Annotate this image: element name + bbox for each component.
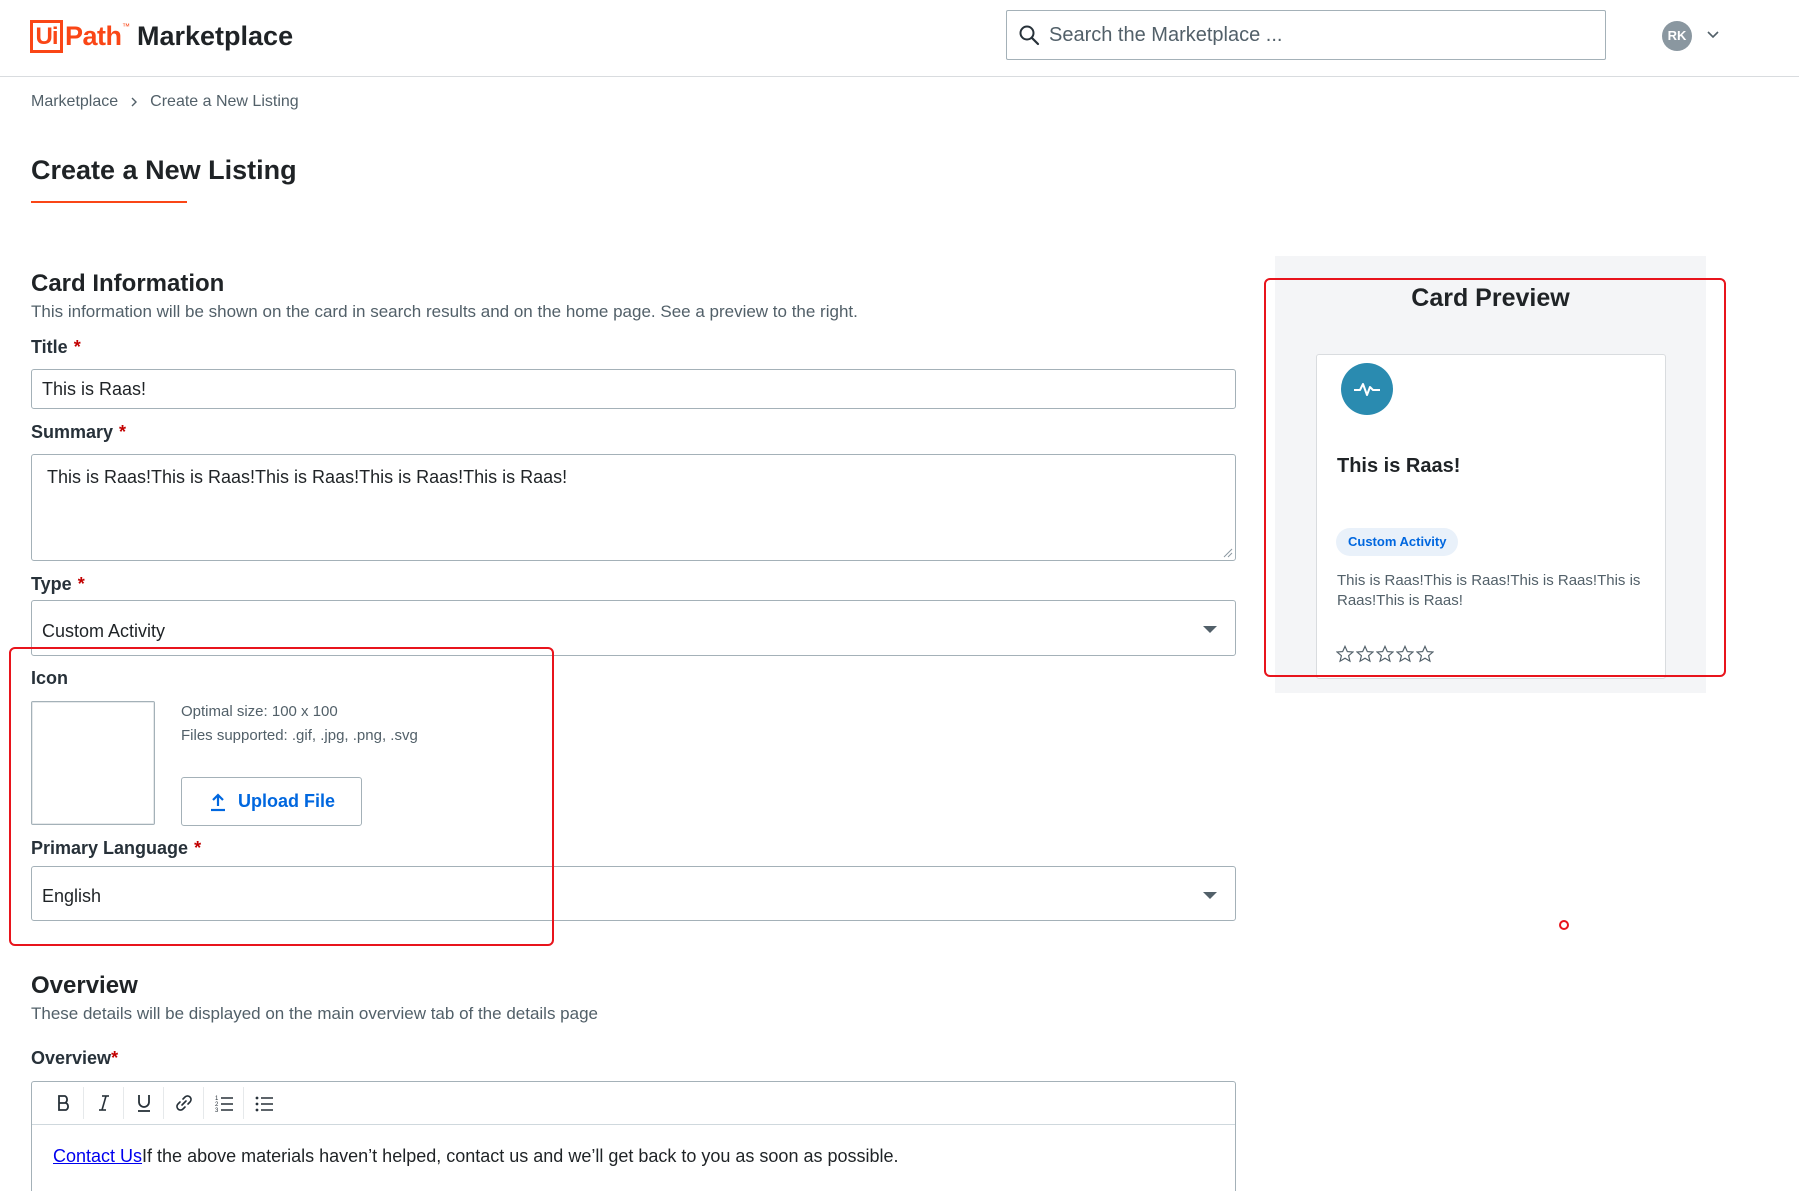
bold-button[interactable] (44, 1087, 84, 1119)
numbered-list-button[interactable]: 123 (204, 1087, 244, 1119)
star-icon (1416, 645, 1434, 663)
caret-down-icon (1203, 626, 1217, 633)
required-mark: * (77, 574, 85, 594)
primary-language-select[interactable]: English (31, 866, 1236, 921)
upload-icon (210, 792, 225, 811)
chevron-down-icon[interactable] (1705, 26, 1721, 42)
italic-icon (98, 1095, 109, 1111)
icon-files-hint: Files supported: .gif, .jpg, .png, .svg (181, 727, 418, 744)
svg-text:3: 3 (215, 1108, 219, 1113)
search-icon (1019, 25, 1040, 46)
bullet-list-button[interactable] (244, 1087, 284, 1119)
italic-button[interactable] (84, 1087, 124, 1119)
underline-icon (137, 1095, 150, 1112)
overview-description: These details will be displayed on the m… (31, 1004, 599, 1023)
search-box[interactable] (1006, 10, 1606, 60)
star-icon (1356, 645, 1374, 663)
cursor-marker (1559, 920, 1569, 930)
uipath-logo[interactable]: Ui (30, 20, 63, 53)
title-input[interactable] (31, 369, 1236, 409)
activity-pulse-icon (1341, 363, 1393, 415)
star-icon (1396, 645, 1414, 663)
bold-icon (57, 1095, 69, 1111)
chevron-right-icon (131, 97, 138, 107)
link-button[interactable] (164, 1087, 204, 1119)
upload-file-label: Upload File (237, 791, 335, 811)
upload-file-button[interactable]: Upload File (181, 777, 362, 826)
required-mark: * (73, 337, 81, 357)
trademark-mark: ™ (122, 22, 130, 31)
icon-size-hint: Optimal size: 100 x 100 (181, 703, 338, 720)
card-information-heading: Card Information (31, 270, 225, 297)
icon-dropzone[interactable] (31, 701, 155, 825)
caret-down-icon (1203, 892, 1217, 899)
preview-card-title: This is Raas! (1337, 455, 1461, 477)
title-label: Title * (31, 337, 81, 357)
icon-label: Icon (31, 668, 69, 688)
type-label: Type * (31, 574, 85, 594)
editor-toolbar: 123 (32, 1082, 1235, 1125)
overview-editor[interactable]: 123 Contact UsIf the above materials hav… (31, 1081, 1236, 1191)
breadcrumb-item-marketplace[interactable]: Marketplace (31, 93, 118, 111)
page-title: Create a New Listing (31, 155, 297, 185)
search-input[interactable] (1049, 19, 1589, 51)
card-preview-heading: Card Preview (1411, 284, 1570, 312)
breadcrumb: Marketplace Create a New Listing (31, 93, 299, 111)
required-mark: * (111, 1048, 119, 1068)
card-preview-panel: Card Preview This is Raas! Custom Activi… (1275, 256, 1706, 693)
required-mark: * (119, 422, 127, 442)
link-icon (175, 1095, 192, 1111)
primary-language-value: English (42, 886, 102, 906)
star-icon (1376, 645, 1394, 663)
editor-text: If the above materials haven’t helped, c… (142, 1146, 899, 1166)
underline-button[interactable] (124, 1087, 164, 1119)
breadcrumb-item-current: Create a New Listing (150, 93, 299, 110)
star-icon (1336, 645, 1354, 663)
editor-content[interactable]: Contact UsIf the above materials haven’t… (53, 1146, 899, 1167)
app-name[interactable]: Marketplace (137, 18, 293, 54)
primary-language-label: Primary Language * (31, 838, 202, 858)
contact-us-link[interactable]: Contact Us (53, 1146, 142, 1166)
title-underline (31, 201, 187, 203)
type-select[interactable]: Custom Activity (31, 600, 1236, 656)
resize-handle-icon[interactable] (1221, 546, 1233, 558)
type-select-value: Custom Activity (42, 621, 166, 641)
overview-label: Overview* (31, 1048, 119, 1068)
rating-stars (1336, 645, 1434, 663)
top-header: Ui Path ™ Marketplace RK (0, 0, 1799, 77)
summary-textarea[interactable]: This is Raas!This is Raas!This is Raas!T… (31, 454, 1236, 561)
preview-card: This is Raas! Custom Activity This is Ra… (1316, 354, 1666, 679)
bullet-list-icon (255, 1096, 273, 1112)
overview-heading: Overview (31, 972, 138, 999)
card-information-description: This information will be shown on the ca… (31, 302, 858, 321)
user-avatar[interactable]: RK (1662, 21, 1692, 51)
preview-card-summary: This is Raas!This is Raas!This is Raas!T… (1337, 572, 1641, 609)
numbered-list-icon: 123 (215, 1096, 233, 1113)
uipath-logo-text: Path (65, 21, 122, 51)
summary-label: Summary * (31, 422, 127, 442)
preview-card-badge: Custom Activity (1336, 528, 1459, 556)
required-mark: * (194, 838, 202, 858)
